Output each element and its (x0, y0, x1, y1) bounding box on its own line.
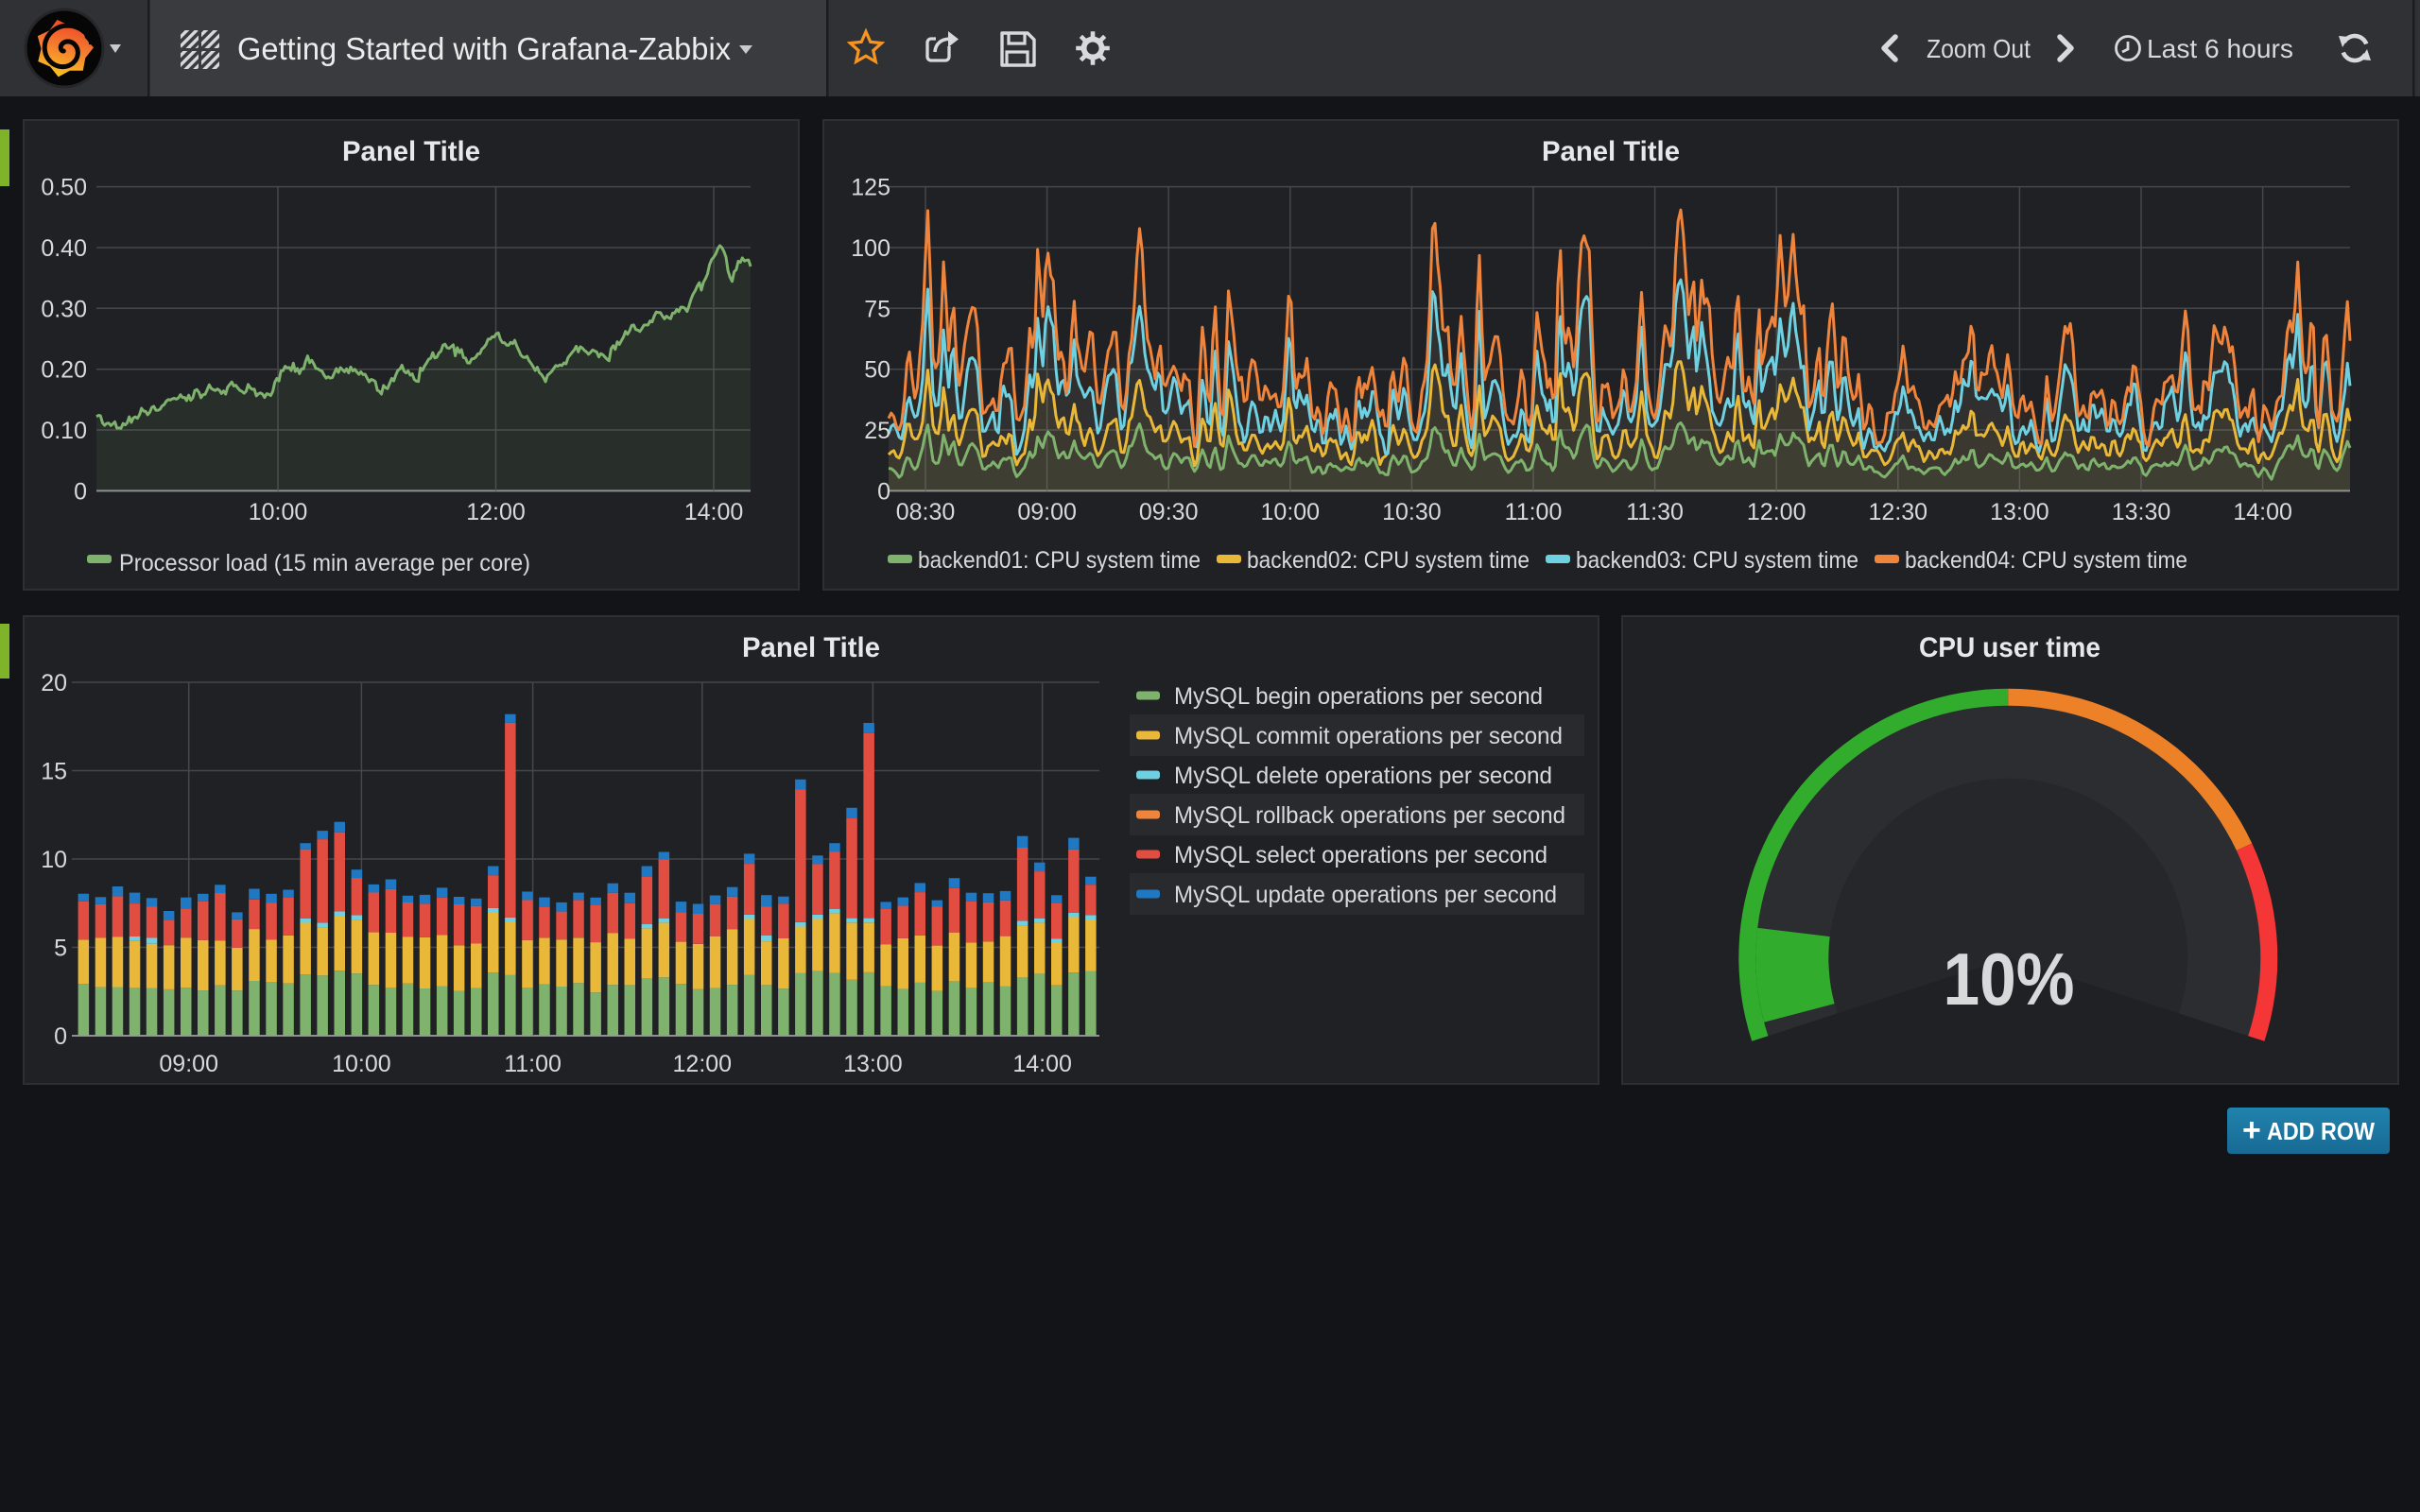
svg-text:50: 50 (864, 357, 890, 384)
svg-text:125: 125 (851, 175, 890, 201)
svg-text:Panel Title: Panel Title (742, 632, 880, 663)
svg-text:10:30: 10:30 (1382, 499, 1442, 525)
svg-text:backend02: CPU system time: backend02: CPU system time (1247, 547, 1530, 574)
svg-text:20: 20 (41, 670, 67, 696)
svg-text:+: + (2242, 1112, 2261, 1148)
svg-text:12:00: 12:00 (1747, 499, 1806, 525)
svg-text:13:00: 13:00 (843, 1051, 903, 1077)
svg-text:11:00: 11:00 (504, 1051, 562, 1077)
svg-text:14:00: 14:00 (1012, 1051, 1072, 1077)
svg-text:15: 15 (41, 759, 67, 785)
svg-text:09:00: 09:00 (1017, 499, 1077, 525)
svg-text:Panel Title: Panel Title (342, 136, 480, 167)
svg-text:ADD ROW: ADD ROW (2267, 1117, 2375, 1145)
svg-text:0: 0 (74, 478, 87, 505)
svg-text:11:30: 11:30 (1626, 499, 1684, 525)
svg-text:09:30: 09:30 (1139, 499, 1199, 525)
svg-text:12:30: 12:30 (1869, 499, 1928, 525)
svg-text:0: 0 (877, 478, 890, 505)
svg-text:backend03: CPU system time: backend03: CPU system time (1576, 547, 1858, 574)
svg-text:75: 75 (864, 296, 890, 322)
svg-text:13:30: 13:30 (2112, 499, 2171, 525)
svg-text:25: 25 (864, 418, 890, 444)
svg-text:MySQL begin operations per sec: MySQL begin operations per second (1174, 683, 1543, 710)
svg-text:14:00: 14:00 (2233, 499, 2292, 525)
svg-text:14:00: 14:00 (684, 499, 744, 525)
svg-text:10%: 10% (1944, 937, 2075, 1021)
svg-text:08:30: 08:30 (896, 499, 956, 525)
svg-text:5: 5 (54, 936, 67, 962)
svg-text:Getting Started with Grafana-Z: Getting Started with Grafana-Zabbix (237, 31, 731, 66)
svg-text:0.50: 0.50 (41, 175, 87, 201)
svg-text:Processor load (15 min average: Processor load (15 min average per core) (119, 550, 530, 576)
svg-text:10:00: 10:00 (332, 1051, 391, 1077)
svg-text:12:00: 12:00 (466, 499, 526, 525)
svg-text:10: 10 (41, 847, 67, 873)
svg-text:MySQL delete operations per se: MySQL delete operations per second (1174, 763, 1552, 789)
svg-text:0.30: 0.30 (41, 296, 87, 322)
svg-text:13:00: 13:00 (1990, 499, 2049, 525)
svg-text:backend01: CPU system time: backend01: CPU system time (918, 547, 1201, 574)
svg-text:MySQL commit operations per se: MySQL commit operations per second (1174, 723, 1563, 749)
svg-text:100: 100 (851, 235, 890, 262)
svg-text:Zoom Out: Zoom Out (1927, 34, 2031, 63)
svg-text:12:00: 12:00 (673, 1051, 733, 1077)
svg-text:Last 6 hours: Last 6 hours (2147, 34, 2293, 63)
svg-text:MySQL select operations per se: MySQL select operations per second (1174, 842, 1547, 868)
svg-text:10:00: 10:00 (1261, 499, 1321, 525)
svg-text:CPU user time: CPU user time (1919, 632, 2100, 663)
svg-text:0: 0 (54, 1023, 67, 1050)
svg-text:backend04: CPU system time: backend04: CPU system time (1905, 547, 2187, 574)
svg-text:Panel Title: Panel Title (1542, 136, 1680, 167)
svg-text:09:00: 09:00 (159, 1051, 218, 1077)
svg-text:0.40: 0.40 (41, 235, 87, 262)
svg-text:11:00: 11:00 (1505, 499, 1563, 525)
svg-text:0.10: 0.10 (41, 418, 87, 444)
svg-text:10:00: 10:00 (249, 499, 308, 525)
svg-text:MySQL update operations per se: MySQL update operations per second (1174, 882, 1557, 908)
svg-text:0.20: 0.20 (41, 357, 87, 384)
svg-text:MySQL rollback operations per: MySQL rollback operations per second (1174, 802, 1565, 829)
